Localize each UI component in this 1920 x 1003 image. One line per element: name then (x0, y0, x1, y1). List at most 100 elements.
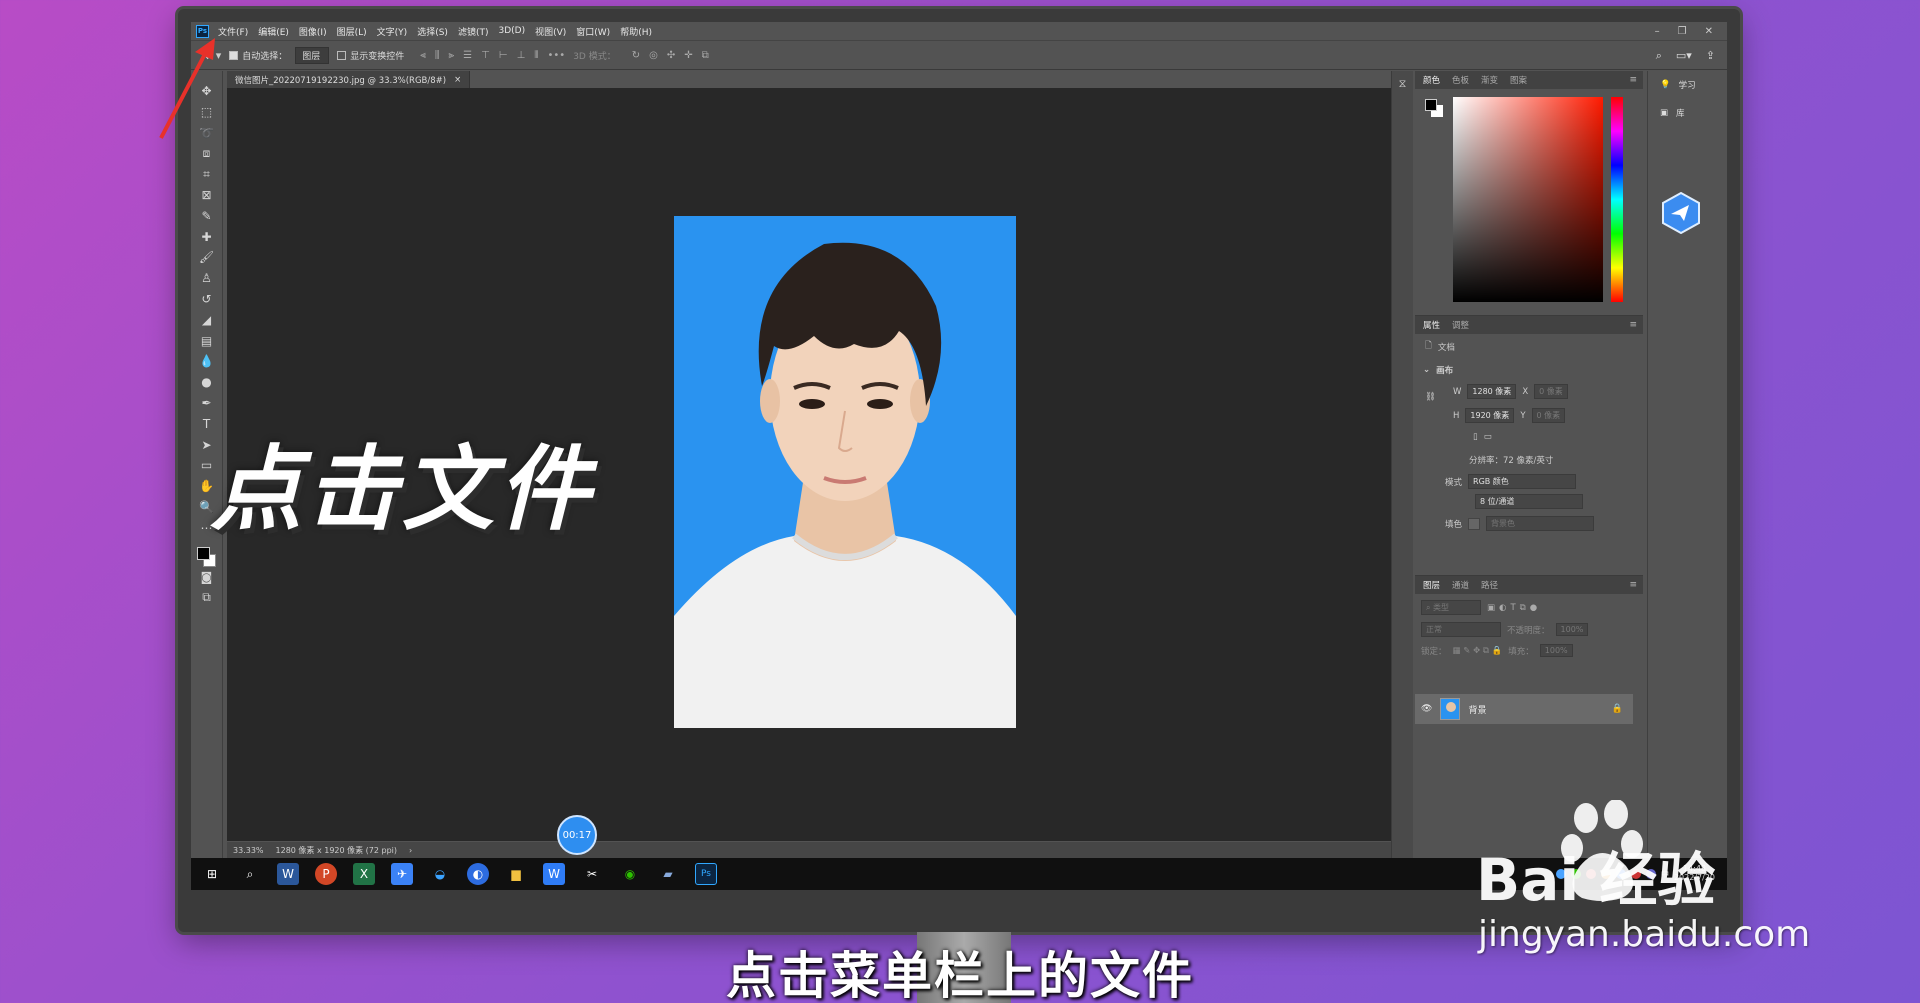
edge-app-icon[interactable]: ◒ (429, 863, 451, 885)
menu-layer[interactable]: 图层(L) (337, 25, 367, 38)
foreground-color-swatch[interactable] (196, 546, 210, 560)
brush-tool-icon[interactable]: 🖌 (197, 247, 217, 267)
library-panel-button[interactable]: ▣ 库 (1648, 99, 1727, 127)
tab-gradients[interactable]: 渐变 (1481, 74, 1498, 86)
menu-view[interactable]: 视图(V) (535, 25, 566, 38)
canvas-section[interactable]: ⌄ 画布 (1423, 364, 1453, 376)
restore-icon[interactable]: ❐ (1678, 26, 1687, 37)
height-field[interactable]: 1920 像素 (1465, 408, 1515, 423)
tab-adjustments[interactable]: 调整 (1452, 319, 1469, 331)
menu-3d[interactable]: 3D(D) (498, 26, 525, 36)
3d-scale-icon[interactable]: ⧉ (702, 50, 709, 61)
menu-window[interactable]: 窗口(W) (576, 25, 610, 38)
menu-image[interactable]: 图像(I) (299, 25, 327, 38)
fill-dropdown[interactable]: 背景色 (1486, 516, 1595, 531)
dodge-tool-icon[interactable]: ● (197, 372, 217, 392)
blur-tool-icon[interactable]: 💧 (197, 351, 217, 371)
tab-layers[interactable]: 图层 (1423, 579, 1440, 591)
pen-tool-icon[interactable]: ✒ (197, 393, 217, 413)
fill-opacity-field[interactable]: 100% (1539, 644, 1573, 657)
windows-start-icon[interactable]: ⊞ (201, 863, 223, 885)
3d-slide-icon[interactable]: ✛ (684, 50, 692, 61)
screen-mode-icon[interactable]: ⧉ (197, 587, 217, 607)
align-center-icon[interactable]: ⫼ (435, 50, 440, 61)
lock-icons[interactable]: ▦ ✎ ✥ ⧉ 🔒 (1453, 646, 1503, 656)
bit-depth-dropdown[interactable]: 8 位/通道 (1475, 494, 1583, 509)
align-top-icon[interactable]: ⊤ (481, 50, 490, 61)
auto-select-checkbox[interactable]: 自动选择： (229, 49, 287, 62)
tab-paths[interactable]: 路径 (1481, 579, 1498, 591)
tab-properties[interactable]: 属性 (1423, 319, 1440, 331)
search-icon[interactable]: ⌕ (239, 863, 261, 885)
photoshop-taskbar-icon[interactable]: Ps (695, 863, 717, 885)
align-left-icon[interactable]: ⫷ (420, 50, 426, 61)
lark-app-icon[interactable]: ✈ (391, 863, 413, 885)
opacity-field[interactable]: 100% (1555, 623, 1589, 636)
photoshop-app-icon[interactable]: Ps (196, 24, 209, 38)
x-field[interactable]: 0 像素 (1534, 384, 1568, 399)
powerpoint-app-icon[interactable]: P (315, 863, 337, 885)
panel-menu-icon[interactable]: ≡ (1629, 320, 1637, 330)
wechat-app-icon[interactable]: ◉ (619, 863, 641, 885)
minimize-icon[interactable]: – (1655, 26, 1660, 37)
menu-help[interactable]: 帮助(H) (620, 25, 652, 38)
close-icon[interactable]: ✕ (1705, 26, 1713, 37)
landscape-orientation-icon[interactable]: ▭ (1484, 432, 1492, 442)
layer-background[interactable]: 👁 背景 🔒 (1415, 694, 1633, 724)
close-tab-icon[interactable]: × (454, 75, 461, 85)
visibility-eye-icon[interactable]: 👁 (1421, 704, 1432, 714)
3d-rotate-icon[interactable]: ↻ (632, 50, 640, 61)
tab-channels[interactable]: 通道 (1452, 579, 1469, 591)
width-field[interactable]: 1280 像素 (1467, 384, 1517, 399)
crop-tool-icon[interactable]: ⌗ (197, 164, 217, 184)
excel-app-icon[interactable]: X (353, 863, 375, 885)
fill-color-swatch[interactable] (1468, 517, 1481, 530)
word-app-icon[interactable]: W (277, 863, 299, 885)
panel-menu-icon[interactable]: ≡ (1629, 75, 1637, 85)
history-brush-icon[interactable]: ↺ (197, 289, 217, 309)
file-explorer-icon[interactable]: ▆ (505, 863, 527, 885)
menu-filter[interactable]: 滤镜(T) (458, 25, 489, 38)
gradient-tool-icon[interactable]: ▤ (197, 331, 217, 351)
3d-pan-icon[interactable]: ✣ (667, 50, 675, 61)
menu-edit[interactable]: 编辑(E) (258, 25, 289, 38)
wps-app-icon[interactable]: W (543, 863, 565, 885)
distribute-icon[interactable]: ☰ (463, 50, 472, 61)
browser-app-icon[interactable]: ◐ (467, 863, 489, 885)
show-transform-checkbox[interactable]: 显示变换控件 (337, 49, 404, 62)
history-panel-icon[interactable]: ⧖ (1392, 71, 1413, 91)
stamp-tool-icon[interactable]: ♙ (197, 268, 217, 288)
zoom-level[interactable]: 33.33% (233, 846, 264, 855)
frame-tool-icon[interactable]: ⊠ (197, 185, 217, 205)
y-field[interactable]: 0 像素 (1531, 408, 1566, 423)
layer-filter-icons[interactable]: ▣◐T⧉● (1487, 603, 1541, 613)
foreground-color-chip[interactable] (1425, 99, 1437, 111)
3d-roll-icon[interactable]: ◎ (649, 50, 658, 61)
portrait-orientation-icon[interactable]: ▯ (1473, 432, 1478, 442)
document-tab[interactable]: 微信图片_20220719192230.jpg @ 33.3%(RGB/8#) … (227, 71, 471, 88)
link-icon[interactable]: ⛓ (1425, 392, 1436, 402)
align-right-icon[interactable]: ⫸ (449, 50, 455, 61)
mode-dropdown[interactable]: RGB 颜色 (1468, 474, 1577, 489)
align-bottom-icon[interactable]: ⊥ (517, 50, 526, 61)
more-options-icon[interactable]: ••• (548, 50, 566, 61)
tab-color[interactable]: 颜色 (1423, 74, 1440, 86)
panel-menu-icon[interactable]: ≡ (1629, 580, 1637, 590)
quick-mask-icon[interactable]: ◙ (197, 567, 217, 587)
hue-slider[interactable] (1611, 97, 1623, 302)
blend-mode-dropdown[interactable]: 正常 (1421, 622, 1501, 637)
share-icon[interactable]: ⇪ (1706, 49, 1715, 63)
menu-select[interactable]: 选择(S) (417, 25, 448, 38)
menu-file[interactable]: 文件(F) (218, 25, 248, 38)
tab-swatches[interactable]: 色板 (1452, 74, 1469, 86)
menu-type[interactable]: 文字(Y) (377, 25, 408, 38)
document-image[interactable] (674, 216, 1016, 728)
align-middle-icon[interactable]: ⊢ (499, 50, 508, 61)
capcut-app-icon[interactable]: ✂ (581, 863, 603, 885)
tab-patterns[interactable]: 图案 (1510, 74, 1527, 86)
healing-brush-icon[interactable]: ✚ (197, 227, 217, 247)
notes-app-icon[interactable]: ▰ (657, 863, 679, 885)
chevron-right-icon[interactable]: › (409, 846, 412, 855)
workspace-icon[interactable]: ▭▾ (1676, 49, 1692, 63)
layer-search-input[interactable]: ⌕ 类型 (1421, 600, 1481, 615)
